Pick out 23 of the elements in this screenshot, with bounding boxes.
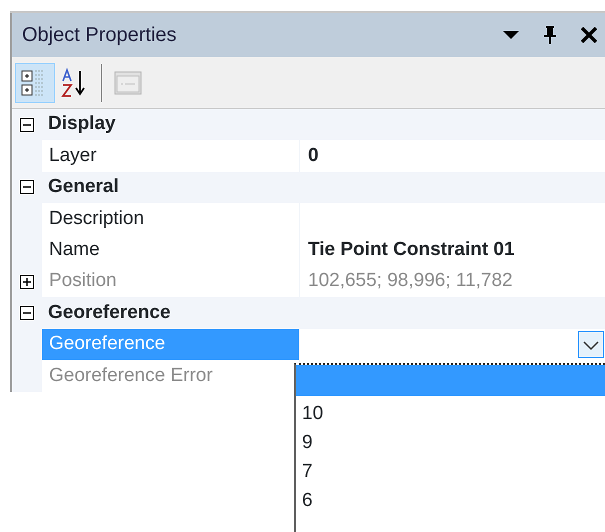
collapse-icon[interactable]	[20, 118, 34, 132]
property-name[interactable]: Description	[42, 203, 299, 235]
collapse-icon[interactable]	[20, 306, 34, 320]
collapse-icon[interactable]	[20, 180, 34, 194]
dropdown-item[interactable]: 9	[296, 429, 605, 458]
categorized-button[interactable]	[15, 62, 55, 102]
property-value[interactable]: Tie Point Constraint 01	[300, 234, 605, 266]
category-label[interactable]: General	[42, 173, 119, 202]
property-name[interactable]: Name	[42, 234, 299, 266]
property-value[interactable]: 0	[300, 140, 605, 172]
category-label[interactable]: Georeference	[42, 298, 171, 328]
dropdown-item[interactable]: 10	[296, 400, 605, 429]
dropdown-item[interactable]: 7	[296, 458, 605, 487]
property-name[interactable]: Layer	[42, 140, 299, 172]
close-icon[interactable]	[581, 27, 597, 43]
panel-title: Object Properties	[22, 23, 178, 48]
dropdown-icon[interactable]	[503, 30, 519, 40]
category-label[interactable]: Display	[42, 110, 116, 139]
expand-icon[interactable]	[20, 274, 34, 289]
dropdown-button[interactable]	[578, 330, 604, 358]
chevron-down-icon	[582, 340, 600, 352]
pin-icon[interactable]	[543, 25, 557, 45]
dropdown-item[interactable]: 6	[296, 487, 605, 516]
